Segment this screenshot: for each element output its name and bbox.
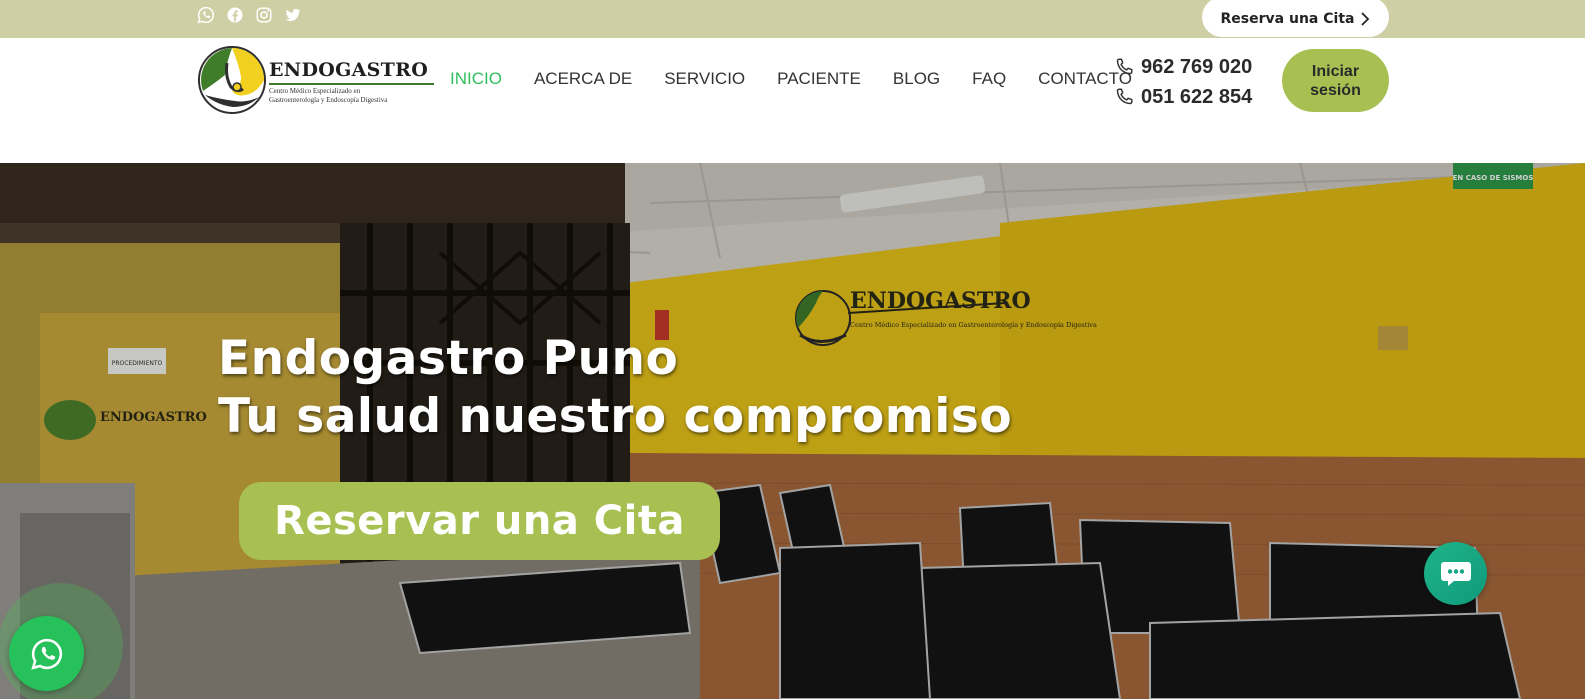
whatsapp-icon[interactable] (197, 6, 215, 24)
nav-item-blog[interactable]: BLOG (893, 69, 940, 89)
endogastro-logo-emblem-icon (198, 46, 266, 114)
social-links (197, 6, 302, 24)
phone-icon (1116, 58, 1133, 75)
reserve-appointment-top-label: Reserva una Cita (1220, 10, 1355, 27)
logo-subtitle-line2: Gastroenterología y Endoscopía Digestiva (269, 96, 388, 104)
phone-icon (1116, 88, 1133, 105)
nav-item-inicio[interactable]: INICIO (450, 69, 502, 89)
site-header: EndoGastro Centro Médico Especializado e… (0, 38, 1585, 163)
main-nav: INICIO ACERCA DE SERVICIO PACIENTE BLOG … (450, 69, 1132, 89)
phone-link-1[interactable]: 962 769 020 (1113, 52, 1252, 82)
phone-numbers: 962 769 020 051 622 854 (1113, 52, 1252, 112)
hero-title-line2: Tu salud nuestro compromiso (218, 389, 1013, 444)
book-appointment-button[interactable]: Reservar una Cita (239, 482, 720, 560)
whatsapp-icon (30, 638, 62, 670)
top-bar: Reserva una Cita (0, 0, 1585, 38)
logo-subtitle-line1: Centro Médico Especializado en (269, 87, 361, 95)
endogastro-logo[interactable]: EndoGastro Centro Médico Especializado e… (197, 43, 437, 118)
nav-item-servicio[interactable]: SERVICIO (664, 69, 745, 89)
logo-text: EndoGastro Centro Médico Especializado e… (269, 59, 437, 105)
hero-title: Endogastro Puno Tu salud nuestro comprom… (218, 330, 1012, 446)
logo-name: EndoGastro (269, 59, 429, 81)
nav-item-acerca-de[interactable]: ACERCA DE (534, 69, 632, 89)
login-button[interactable]: Iniciar sesión (1282, 49, 1389, 112)
chat-bubble-icon (1440, 561, 1471, 586)
hero-section: PROCEDIMIENTO ENDOGASTRO ENDOGASTRO Cent… (0, 163, 1585, 699)
chevron-right-icon (1361, 11, 1370, 26)
facebook-icon[interactable] (226, 6, 244, 24)
whatsapp-float-button[interactable] (9, 616, 84, 691)
phone-number-2: 051 622 854 (1141, 85, 1253, 108)
nav-item-paciente[interactable]: PACIENTE (777, 69, 861, 89)
phone-number-1: 962 769 020 (1141, 55, 1253, 78)
nav-item-faq[interactable]: FAQ (972, 69, 1006, 89)
twitter-icon[interactable] (284, 6, 302, 24)
chat-float-button[interactable] (1424, 542, 1487, 605)
reserve-appointment-top-button[interactable]: Reserva una Cita (1202, 0, 1389, 37)
logo-underline (269, 83, 434, 85)
hero-title-line1: Endogastro Puno (218, 331, 679, 386)
instagram-icon[interactable] (255, 6, 273, 24)
phone-link-2[interactable]: 051 622 854 (1113, 82, 1252, 112)
